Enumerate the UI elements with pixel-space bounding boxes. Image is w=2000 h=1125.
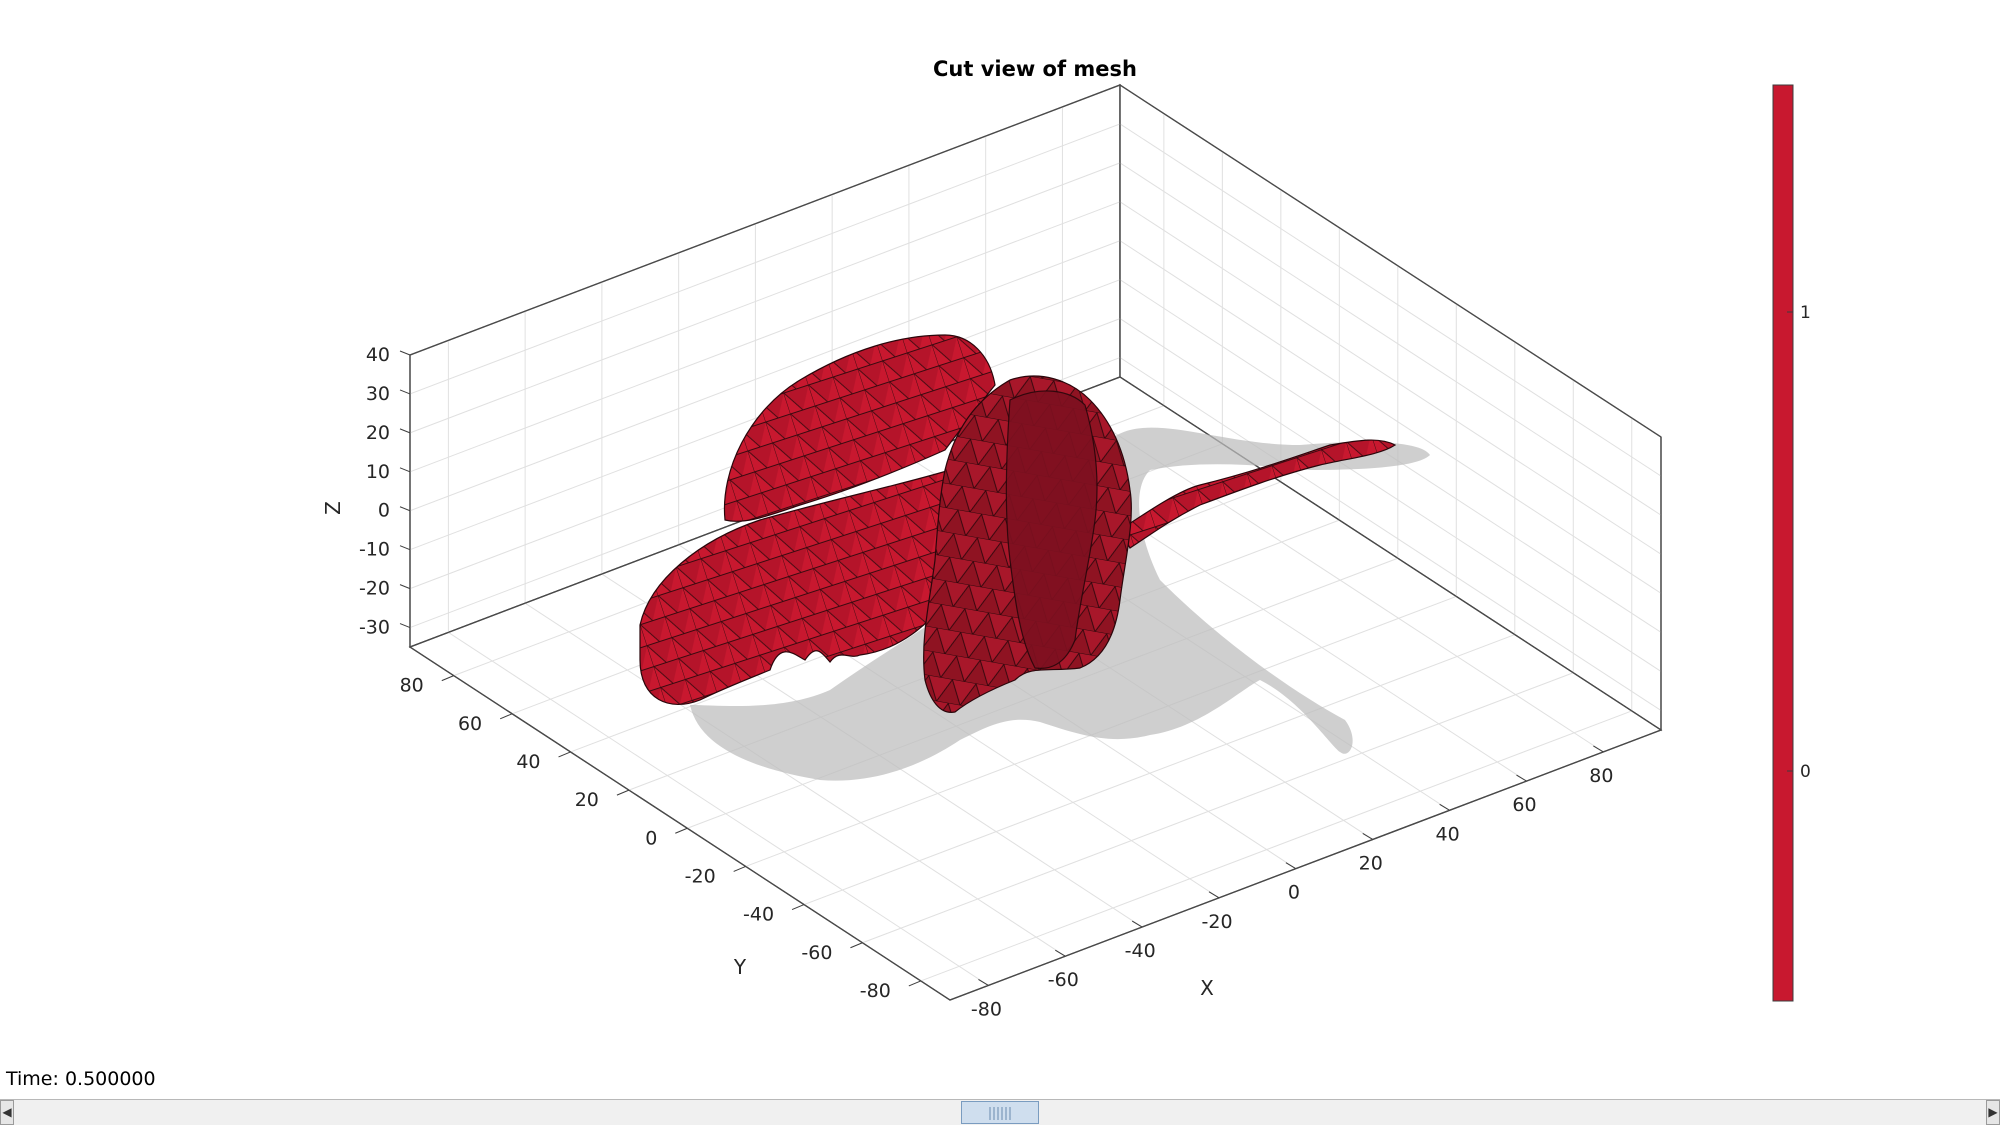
y-tick-label: 60	[458, 713, 482, 735]
z-tick-label: 0	[378, 500, 390, 522]
colorbar: 1 0	[1772, 84, 1811, 1002]
z-tick-label: 30	[366, 383, 390, 405]
x-tick-label: 0	[1288, 882, 1300, 904]
colorbar-bar	[1772, 84, 1794, 1002]
x-tick-label: -20	[1202, 911, 1233, 933]
z-axis-ticks: 40 30 20 10 0 -10 -20 -30	[359, 344, 411, 639]
y-tick-label: -40	[743, 904, 774, 926]
figure-canvas: Cut view of mesh 403020100-10-20-30 Z 80…	[321, 57, 1811, 1020]
x-tick-label: 40	[1436, 823, 1460, 845]
x-tick-label: -40	[1125, 940, 1156, 962]
colorbar-tick-0: 0	[1800, 762, 1811, 782]
colorbar-tick-1: 1	[1800, 303, 1811, 323]
z-tick-label: -30	[359, 617, 390, 639]
y-axis-label: Y	[733, 955, 747, 979]
x-tick-label: -60	[1048, 969, 1079, 991]
z-tick-label: 20	[366, 422, 390, 444]
z-tick-label: -20	[359, 578, 390, 600]
y-tick-label: -80	[860, 980, 891, 1002]
y-tick-label: 20	[575, 789, 599, 811]
y-tick-label: -20	[685, 865, 716, 887]
slider-right-arrow-icon[interactable]: ▶	[1986, 1100, 2000, 1125]
z-axis-label: Z	[321, 501, 345, 515]
y-tick-label: 0	[645, 827, 657, 849]
slider-thumb[interactable]	[961, 1101, 1039, 1124]
y-tick-label: 80	[400, 675, 424, 697]
x-tick-label: -80	[971, 998, 1002, 1020]
z-tick-label: -10	[359, 539, 390, 561]
slider-left-arrow-icon[interactable]: ◀	[0, 1100, 14, 1125]
plot-title: Cut view of mesh	[933, 57, 1137, 81]
z-tick-label: 10	[366, 461, 390, 483]
time-slider[interactable]: ◀ ▶	[0, 1099, 2000, 1125]
y-tick-label: 40	[516, 751, 540, 773]
time-label: Time: 0.500000	[6, 1068, 156, 1090]
z-tick-label: 40	[366, 344, 390, 366]
grip-icon	[989, 1107, 1013, 1120]
x-tick-label: 60	[1512, 794, 1536, 816]
x-tick-label: 20	[1359, 852, 1383, 874]
x-axis-label: X	[1200, 976, 1214, 1000]
x-tick-label: 80	[1589, 765, 1613, 787]
y-tick-label: -60	[801, 942, 832, 964]
